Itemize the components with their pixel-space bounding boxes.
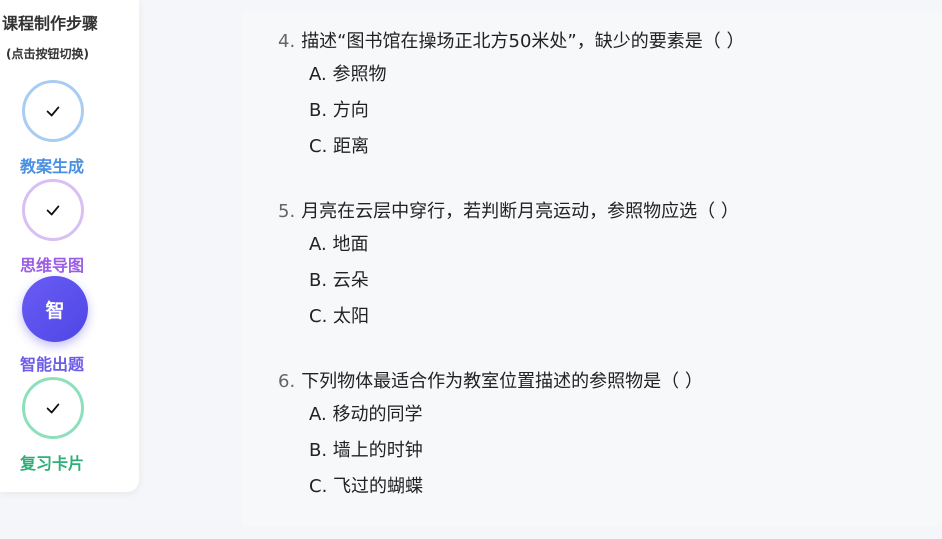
option-a[interactable]: A. 参照物	[309, 57, 744, 93]
quiz-content: 4. 描述“图书馆在操场正北方50米处”，缺少的要素是（ ） A. 参照物 B. …	[242, 12, 942, 526]
question-item: 6. 下列物体最适合作为教室位置描述的参照物是（ ） A. 移动的同学 B. 墙上…	[278, 367, 703, 505]
option-b[interactable]: B. 墙上的时钟	[309, 433, 703, 469]
question-text: 下列物体最适合作为教室位置描述的参照物是（ ）	[301, 371, 703, 392]
option-c[interactable]: C. 太阳	[309, 299, 739, 335]
question-item: 4. 描述“图书馆在操场正北方50米处”，缺少的要素是（ ） A. 参照物 B. …	[278, 27, 744, 165]
step-label-lesson-plan: 教案生成	[20, 157, 85, 176]
question-text: 描述“图书馆在操场正北方50米处”，缺少的要素是（ ）	[301, 31, 745, 52]
question-number: 6.	[278, 371, 296, 392]
question-item: 5. 月亮在云层中穿行，若判断月亮运动，参照物应选（ ） A. 地面 B. 云朵 …	[278, 197, 739, 335]
question-number: 4.	[278, 31, 296, 52]
check-icon	[22, 80, 84, 142]
question-text: 月亮在云层中穿行，若判断月亮运动，参照物应选（ ）	[301, 201, 739, 222]
step-label-review-cards: 复习卡片	[20, 454, 85, 473]
option-b[interactable]: B. 方向	[309, 93, 744, 129]
step-label-mind-map: 思维导图	[20, 256, 85, 275]
option-b[interactable]: B. 云朵	[309, 263, 739, 299]
sidebar-subtitle: (点击按钮切换)	[6, 47, 89, 61]
question-stem: 6. 下列物体最适合作为教室位置描述的参照物是（ ）	[278, 367, 703, 397]
question-stem: 4. 描述“图书馆在操场正北方50米处”，缺少的要素是（ ）	[278, 27, 744, 57]
option-a[interactable]: A. 移动的同学	[309, 397, 703, 433]
question-number: 5.	[278, 201, 296, 222]
question-stem: 5. 月亮在云层中穿行，若判断月亮运动，参照物应选（ ）	[278, 197, 739, 227]
step-active-icon: 智	[22, 276, 88, 342]
option-a[interactable]: A. 地面	[309, 227, 739, 263]
check-icon	[22, 179, 84, 241]
option-c[interactable]: C. 飞过的蝴蝶	[309, 469, 703, 505]
sidebar-title: 课程制作步骤	[2, 14, 99, 33]
steps-sidebar: 课程制作步骤 (点击按钮切换) 教案生成 思维导图 智 智能出题 复习卡片	[0, 0, 139, 492]
option-c[interactable]: C. 距离	[309, 129, 744, 165]
step-label-smart-quiz: 智能出题	[20, 355, 85, 374]
check-icon	[22, 377, 84, 439]
